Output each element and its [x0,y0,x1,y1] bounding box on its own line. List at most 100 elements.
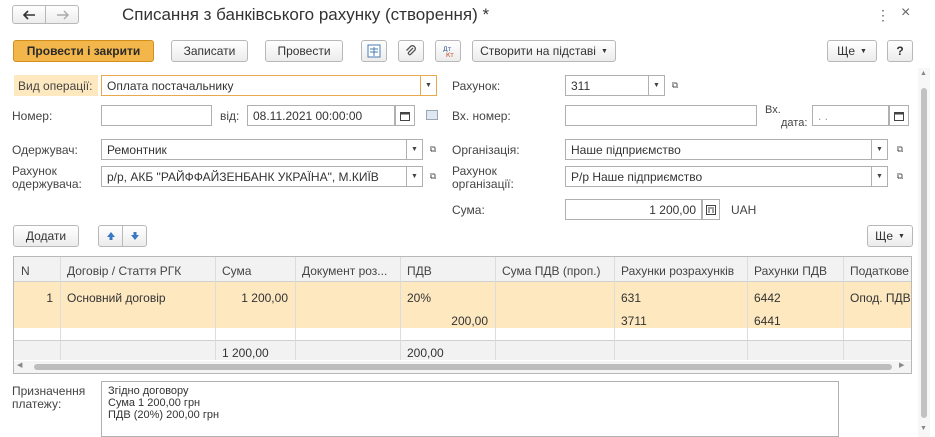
vertical-scrollbar-thumb[interactable] [921,88,927,418]
account-open-icon[interactable]: ⧉ [666,75,684,96]
organization-account-field[interactable]: Р/р Наше підприємство [565,166,872,187]
calculator-icon[interactable] [426,110,438,120]
calendar-icon [894,111,904,121]
dt-kt-button[interactable]: Дт Кт [435,40,461,62]
incoming-date-label-line-2: дата: [781,117,808,129]
move-down-button[interactable] [122,225,147,247]
incoming-date-picker-button[interactable] [889,105,909,126]
print-dt-kt-button[interactable] [361,40,387,62]
svg-text:Кт: Кт [446,52,454,58]
col-header-vat[interactable]: ПДВ [400,258,495,282]
row-settlement-account-2[interactable]: 3711 [614,310,747,332]
incoming-date-label-line-1: Вх. [765,104,781,116]
scroll-up-icon[interactable]: ▲ [920,70,927,77]
operation-type-label: Вид операції: [18,79,93,93]
col-header-settlement-accounts[interactable]: Рахунки розрахунків [614,258,747,282]
scroll-right-icon[interactable]: ▶ [899,361,904,369]
more-button[interactable]: Ще ▼ [827,40,877,62]
arrow-left-icon [22,9,35,20]
account-label: Рахунок: [452,79,501,93]
back-button[interactable] [12,5,46,24]
chevron-down-icon: ▼ [600,47,608,55]
arrow-up-icon [106,232,115,240]
number-label: Номер: [12,109,53,123]
row-settlement-account-1[interactable]: 631 [614,287,747,309]
scrollbar-thumb[interactable] [34,364,892,370]
add-row-button[interactable]: Додати [13,225,79,247]
currency-label: UAH [731,203,757,217]
table-more-label: Ще [875,229,893,243]
sum-field[interactable]: 1 200,00 [565,199,702,220]
post-button[interactable]: Провести [265,40,343,62]
recipient-field[interactable]: Ремонтник [101,139,407,160]
post-and-close-button[interactable]: Провести і закрити [13,40,154,62]
payment-purpose-label: Призначення платежу: [12,385,85,411]
recipient-label: Одержувач: [12,143,78,157]
col-header-contract[interactable]: Договір / Стаття РГК [60,258,215,282]
move-up-button[interactable] [98,225,123,247]
create-based-on-label: Створити на підставі [480,44,596,58]
debit-credit-icon: ДтКт [443,46,454,58]
account-field[interactable]: 311 [565,75,649,96]
col-header-document[interactable]: Документ роз... [295,258,400,282]
operation-type-dropdown[interactable]: ▼ [421,75,437,96]
incoming-number-label: Вх. номер: [452,109,511,123]
row-sum[interactable]: 1 200,00 [215,287,295,309]
recipient-account-field[interactable]: р/р, АКБ "РАЙФФАЙЗЕНБАНК УКРАЇНА", М.КИЇ… [101,166,407,187]
organization-account-dropdown[interactable]: ▼ [872,166,888,187]
account-dropdown[interactable]: ▼ [649,75,665,96]
payment-purpose-line: ПДВ (20%) 200,00 грн [108,409,220,421]
chevron-down-icon: ▼ [898,232,905,240]
col-header-tax[interactable]: Податкове [843,258,911,282]
recipient-dropdown[interactable]: ▼ [407,139,423,160]
create-based-on-button[interactable]: Створити на підставі ▼ [472,40,616,62]
row-document[interactable] [295,287,400,295]
attach-file-button[interactable] [398,40,424,62]
organization-open-icon[interactable]: ⧉ [891,139,909,160]
chevron-down-icon: ▼ [860,47,867,55]
row-vat-rate[interactable]: 20% [400,287,495,309]
operation-type-select[interactable]: Оплата постачальнику [101,75,421,96]
organization-field[interactable]: Наше підприємство [565,139,872,160]
col-header-n[interactable]: N [14,258,60,282]
more-menu-icon[interactable]: ⋮ [876,7,890,24]
row-tax[interactable]: Опод. ПДВ [843,287,911,309]
organization-account-open-icon[interactable]: ⧉ [891,166,909,187]
row-contract[interactable]: Основний договір [60,287,215,309]
calculator-icon [706,204,716,215]
col-header-sum[interactable]: Сума [215,258,295,282]
organization-dropdown[interactable]: ▼ [872,139,888,160]
col-header-vat-accounts[interactable]: Рахунки ПДВ [747,258,843,282]
incoming-number-field[interactable] [565,105,757,126]
paperclip-icon [406,45,416,56]
recipient-account-open-icon[interactable]: ⧉ [424,166,442,187]
help-button[interactable]: ? [887,40,913,62]
close-icon[interactable]: × [901,4,910,22]
number-field[interactable] [101,105,212,126]
arrow-right-icon [56,10,69,19]
recipient-open-icon[interactable]: ⧉ [424,139,442,160]
row-number: 1 [46,291,53,305]
organization-label: Організація: [452,143,520,157]
payment-purpose-label-line-2: платежу: [12,397,62,411]
incoming-date-field[interactable]: . . [812,105,889,126]
table-more-button[interactable]: Ще ▼ [867,225,913,247]
date-picker-button[interactable] [395,105,415,126]
recipient-account-dropdown[interactable]: ▼ [407,166,423,187]
row-vat-sum[interactable]: 200,00 [400,310,495,332]
sum-calculator-button[interactable] [702,199,720,220]
more-label: Ще [837,44,855,58]
scroll-down-icon[interactable]: ▼ [920,425,927,432]
save-button[interactable]: Записати [171,40,248,62]
row-vat-account-2[interactable]: 6441 [747,310,843,332]
arrow-down-icon [130,232,139,240]
recipient-account-label: Рахунок одержувача: [12,165,82,191]
col-header-vat-sum[interactable]: Сума ПДВ (проп.) [495,258,614,282]
payment-purpose-line: Сума 1 200,00 грн [108,397,201,409]
date-from-label: від: [220,109,240,123]
scroll-left-icon[interactable]: ◀ [17,361,22,369]
row-vat-account-1[interactable]: 6442 [747,287,843,309]
payment-purpose-textarea[interactable]: Згідно договору Сума 1 200,00 грн ПДВ (2… [101,381,839,437]
forward-button[interactable] [45,5,79,24]
date-field[interactable]: 08.11.2021 00:00:00 [247,105,395,126]
